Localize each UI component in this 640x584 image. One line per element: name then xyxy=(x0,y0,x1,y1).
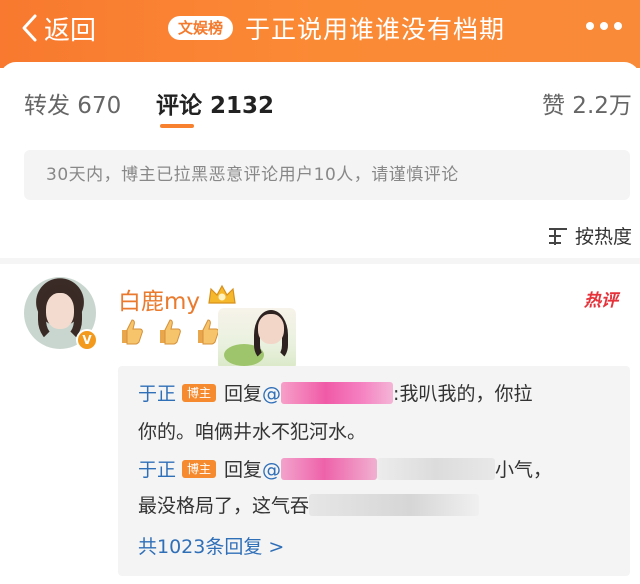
censored-mask xyxy=(309,494,480,516)
chevron-left-icon xyxy=(22,14,37,42)
comment-emoji-row xyxy=(118,316,220,346)
tab-likes[interactable]: 赞 2.2万 xyxy=(542,86,632,120)
hot-comment-label: 热评 xyxy=(584,291,618,311)
comment-panel: 转发 670 评论 2132 赞 2.2万 xyxy=(0,62,640,152)
reply-mention[interactable]: @ xyxy=(262,459,281,481)
reply-line: 于正 博主 回复@ :我叭我的，你拉 xyxy=(138,380,532,408)
reply-text: 小气， xyxy=(495,459,553,481)
reply-mention[interactable]: @ xyxy=(262,383,281,405)
verified-badge: V xyxy=(76,329,98,351)
tab-reposts[interactable]: 转发 670 xyxy=(24,86,121,120)
author-badge: 博主 xyxy=(182,460,217,478)
thumbs-up-icon xyxy=(198,319,219,345)
sort-button[interactable]: 按热度 xyxy=(547,222,632,249)
dot xyxy=(614,22,622,30)
sticker-head xyxy=(258,314,284,344)
dot xyxy=(600,22,608,30)
thumbs-up-icon xyxy=(160,319,181,345)
reply-line: 你的。咱俩井水不犯河水。 xyxy=(138,421,367,443)
censored-mask xyxy=(377,458,496,480)
reply-line: 最没格局了，这气吞 xyxy=(138,492,480,520)
top-bar: 返回 文娱榜 于正说用谁谁没有档期 xyxy=(0,0,640,68)
dot xyxy=(586,22,594,30)
reply-thread[interactable]: 于正 博主 回复@:我叭我的，你拉 你的。咱俩井水不犯河水。 于正 博主 回复@ 小气， … xyxy=(118,366,630,576)
censored-mask xyxy=(281,458,378,480)
divider xyxy=(0,258,640,264)
reply-author[interactable]: 于正 xyxy=(138,459,176,481)
active-tab-indicator xyxy=(160,124,194,128)
ranking-tag[interactable]: 文娱榜 xyxy=(168,16,234,40)
comment-sticker-image[interactable] xyxy=(218,308,296,370)
view-all-replies-link[interactable]: 共1023条回复 > xyxy=(138,532,284,559)
avatar-face xyxy=(46,293,74,329)
reply-text: 最没格局了，这气吞 xyxy=(138,495,310,517)
page-title: 于正说用谁谁没有档期 xyxy=(245,15,506,44)
crown-icon xyxy=(208,284,236,304)
back-button[interactable]: 返回 xyxy=(20,10,96,46)
more-options-icon[interactable] xyxy=(586,22,622,30)
reply-author[interactable]: 于正 xyxy=(138,383,176,405)
back-label: 返回 xyxy=(44,15,97,46)
author-badge: 博主 xyxy=(182,384,217,402)
sort-label: 按热度 xyxy=(574,226,632,248)
reply-text: :我叭我的，你拉 xyxy=(393,383,533,405)
sort-icon xyxy=(548,227,567,245)
comment-username[interactable]: 白鹿my xyxy=(118,282,200,316)
thumbs-up-icon xyxy=(122,319,143,345)
censored-mask xyxy=(281,382,394,404)
reply-word: 回复 xyxy=(224,383,263,405)
tab-comments[interactable]: 评论 2132 xyxy=(156,86,274,120)
moderation-notice: 30天内，博主已拉黑恶意评论用户10人，请谨慎评论 xyxy=(24,150,630,200)
reply-word: 回复 xyxy=(224,459,263,481)
title-area: 文娱榜 于正说用谁谁没有档期 xyxy=(168,12,505,44)
reply-line: 于正 博主 回复@ 小气， xyxy=(138,456,552,484)
